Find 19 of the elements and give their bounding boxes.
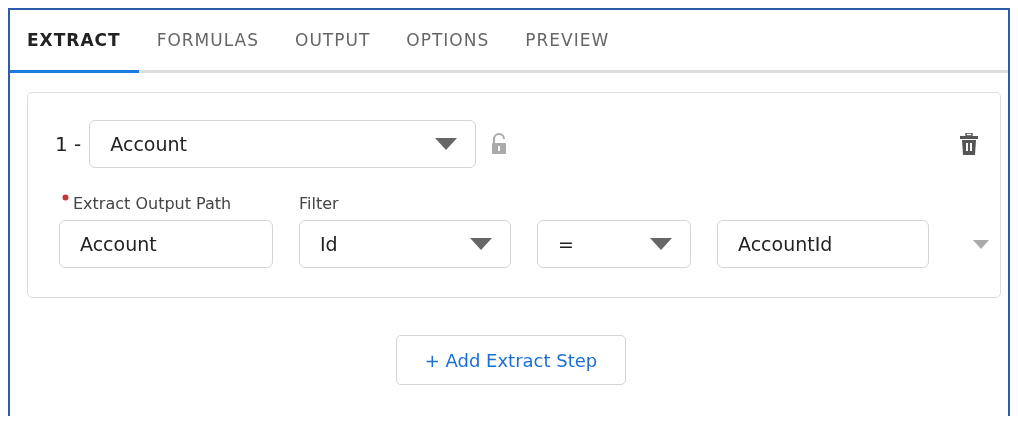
field-select[interactable]: Id	[299, 220, 511, 268]
step-number: 1 -	[55, 132, 82, 156]
tab[interactable]: PREVIEW	[507, 10, 628, 73]
lock-icon	[490, 133, 509, 155]
input-field[interactable]: AccountId	[717, 220, 929, 268]
tab[interactable]: FORMULAS	[138, 10, 277, 73]
tab[interactable]: OPTIONS	[388, 10, 508, 73]
caret-icon	[470, 238, 492, 250]
add-step-button[interactable]: + Add Extract Step	[396, 335, 626, 385]
field-label: Extract Output Path	[73, 194, 232, 213]
tab[interactable]: OUTPUT	[277, 10, 389, 73]
operator-select[interactable]: =	[537, 220, 691, 268]
field-label: Filter	[299, 194, 340, 214]
caret-icon	[650, 238, 672, 250]
delete-icon[interactable]	[960, 133, 978, 155]
input-field[interactable]: Account	[59, 220, 273, 268]
object-select[interactable]: Account	[89, 120, 477, 168]
caret-icon	[435, 138, 458, 150]
tab[interactable]: EXTRACT	[10, 10, 139, 73]
